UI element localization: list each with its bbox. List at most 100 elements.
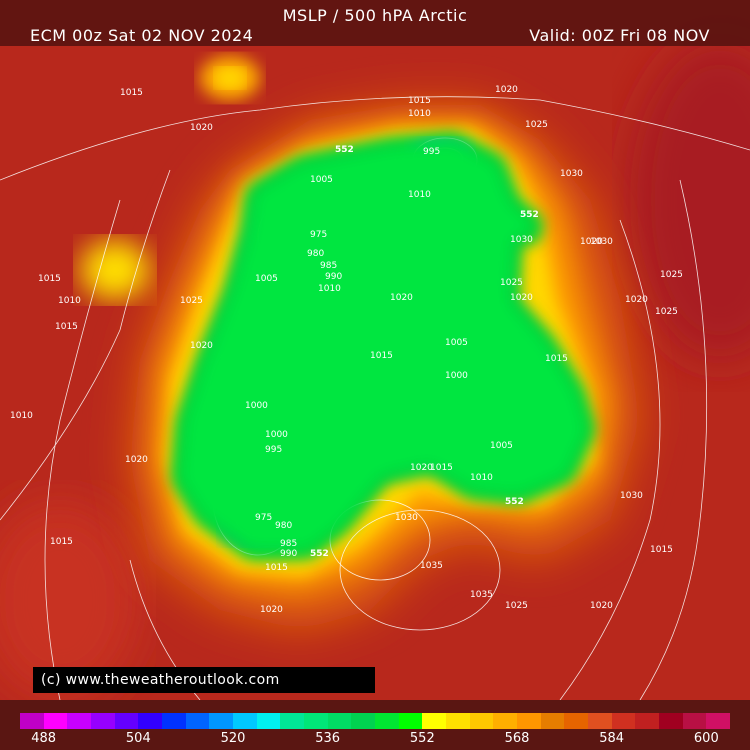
isobar-label: 1020 (590, 601, 613, 611)
isobar-label: 1020 (125, 455, 148, 465)
isobar-label: 990 (325, 272, 342, 282)
isobar-label: 1000 (245, 401, 268, 411)
isobar-label: 1000 (265, 430, 288, 440)
colorbar-swatch (469, 713, 494, 729)
colorbar-tick-label: 536 (315, 731, 341, 746)
isobar-label: 1020 (190, 341, 213, 351)
isobar-label: 1025 (525, 120, 548, 130)
colorbar-swatch (91, 713, 115, 729)
credit-link[interactable]: (c) www.theweatheroutlook.com (33, 667, 375, 693)
isobar-label: 1000 (445, 371, 468, 381)
isobar-label: 1035 (420, 561, 443, 571)
isobar-label: 1015 (430, 463, 453, 473)
colorbar-swatch (304, 713, 328, 729)
isobar-label: 1020 (410, 463, 433, 473)
colorbar-tick-label: 488 (31, 731, 57, 746)
colorbar-swatch (233, 713, 257, 729)
colorbar-swatch (327, 713, 352, 729)
isobar-label: 1005 (490, 441, 513, 451)
isobar-label: 1015 (408, 96, 431, 106)
isobar-label: 1015 (370, 351, 393, 361)
isobar-label: 1030 (510, 235, 533, 245)
colorbar-tick-label: 520 (220, 731, 246, 746)
isobar-label: 985 (280, 539, 297, 549)
isobar-label: 1010 (470, 473, 493, 483)
isobar-label: 990 (280, 549, 297, 559)
chart-title: MSLP / 500 hPA Arctic (282, 6, 468, 25)
colorbar-swatch (351, 713, 376, 729)
colorbar-swatch (588, 713, 612, 729)
valid-time: Valid: 00Z Fri 08 NOV (529, 26, 710, 45)
isobar-label: 1030 (395, 513, 418, 523)
colorbar-swatch (138, 713, 163, 729)
colorbar-swatch (256, 713, 281, 729)
isobar-label: 1015 (120, 88, 143, 98)
isobar-label: 1005 (310, 175, 333, 185)
isobar-label: 975 (310, 230, 327, 240)
isobar-label: 1025 (660, 270, 683, 280)
isobar-label: 1010 (408, 109, 431, 119)
isobar-label: 1030 (590, 237, 613, 247)
header-bar: MSLP / 500 hPA Arctic ECM 00z Sat 02 NOV… (0, 0, 750, 46)
colorbar-swatch (446, 713, 470, 729)
isobar-label: 1020 (190, 123, 213, 133)
colorbar-swatch (67, 713, 92, 729)
isobar-label: 1010 (318, 284, 341, 294)
isobar-label: 1015 (50, 537, 73, 547)
contour-552-label: 552 (520, 210, 539, 220)
contour-552-label: 552 (310, 549, 329, 559)
isobar-label: 1015 (650, 545, 673, 555)
isobar-label: 1030 (560, 169, 583, 179)
isobar-label: 1030 (620, 491, 643, 501)
colorbar-swatch (706, 713, 731, 729)
colorbar-tick-label: 568 (504, 731, 530, 746)
isobar-label: 1020 (510, 293, 533, 303)
colorbar-swatch (280, 713, 305, 729)
isobar-label: 1020 (495, 85, 518, 95)
colorbar-swatch (162, 713, 186, 729)
colorbar-swatch (185, 713, 210, 729)
colorbar-swatch (375, 713, 399, 729)
isobar-label: 980 (307, 249, 324, 259)
colorbar-tick-label: 504 (125, 731, 151, 746)
mslp-500hpa-map: 1015102010201025101510109951010100597598… (0, 0, 750, 750)
colorbar-swatch (209, 713, 234, 729)
isobar-label: 1010 (58, 296, 81, 306)
contour-552-label: 552 (505, 497, 524, 507)
isobar-label: 985 (320, 261, 337, 271)
isobar-label: 1015 (265, 563, 288, 573)
isobar-label: 1025 (655, 307, 678, 317)
isobar-label: 1010 (10, 411, 33, 421)
colorbar-swatch (43, 713, 68, 729)
isobar-label: 1025 (505, 601, 528, 611)
colorbar-swatch (659, 713, 683, 729)
colorbar-swatch (682, 713, 707, 729)
isobar-label: 1020 (260, 605, 283, 615)
colorbar-swatch (611, 713, 636, 729)
contour-552-label: 552 (335, 145, 354, 155)
colorbar-tick-label: 584 (599, 731, 625, 746)
isobar-label: 995 (423, 147, 440, 157)
isobar-label: 975 (255, 513, 272, 523)
colorbar-swatch (398, 713, 423, 729)
colorbar-swatch (493, 713, 518, 729)
isobar-label: 1015 (38, 274, 61, 284)
isobar-label: 1005 (255, 274, 278, 284)
isobar-label: 1020 (625, 295, 648, 305)
weather-chart: 1015 1020 1020 1025 1015 1010 995 1010 1005 975 98… (0, 0, 750, 750)
isobar-label: 1025 (180, 296, 203, 306)
isobar-label: 1015 (545, 354, 568, 364)
isobar-label: 1025 (500, 278, 523, 288)
colorbar-swatch (540, 713, 565, 729)
isobar-label: 980 (275, 521, 292, 531)
colorbar-swatch (635, 713, 660, 729)
isobar-label: 995 (265, 445, 282, 455)
colorbar (20, 713, 731, 729)
isobar-label: 1020 (390, 293, 413, 303)
isobar-label: 1015 (55, 322, 78, 332)
colorbar-swatch (20, 713, 44, 729)
colorbar-swatch (114, 713, 139, 729)
colorbar-tick-label: 600 (693, 731, 719, 746)
model-run: ECM 00z Sat 02 NOV 2024 (30, 26, 254, 45)
colorbar-tick-label: 552 (409, 731, 435, 746)
